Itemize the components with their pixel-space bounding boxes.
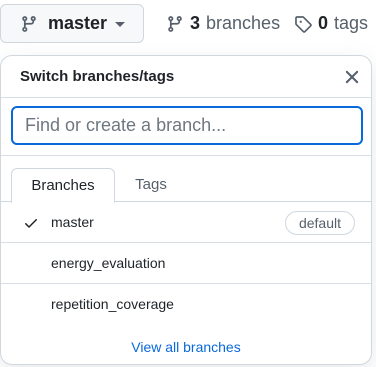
default-badge: default xyxy=(285,211,355,235)
git-branch-icon xyxy=(168,15,182,32)
current-branch-label: master xyxy=(48,13,108,33)
tab-tags[interactable]: Tags xyxy=(115,168,187,203)
git-branch-icon xyxy=(22,15,36,32)
tab-branches[interactable]: Branches xyxy=(11,168,115,203)
branch-name: repetition_coverage xyxy=(51,296,174,312)
branch-search-input[interactable] xyxy=(11,106,363,145)
chevron-down-icon xyxy=(115,22,125,27)
check-icon xyxy=(25,219,37,228)
close-icon[interactable] xyxy=(341,66,363,88)
branches-count: 3 xyxy=(190,13,201,33)
branch-name: master xyxy=(51,214,94,230)
branch-select-button[interactable]: master xyxy=(0,4,144,43)
tags-count-link[interactable]: 0 tags xyxy=(294,13,368,34)
branches-count-link[interactable]: 3 branches xyxy=(166,13,280,34)
branches-label: branches xyxy=(206,13,281,33)
branch-list: master default energy_evaluation repetit… xyxy=(1,202,371,325)
filter-section xyxy=(1,98,371,156)
branch-tag-tabs: Branches Tags xyxy=(1,156,371,203)
panel-header: Switch branches/tags xyxy=(1,56,371,98)
tags-count: 0 xyxy=(318,13,329,33)
branch-switcher-panel: Switch branches/tags Branches Tags maste… xyxy=(0,55,372,365)
tags-label: tags xyxy=(334,13,369,33)
branch-item-master[interactable]: master default xyxy=(1,202,371,243)
panel-title: Switch branches/tags xyxy=(20,68,175,85)
branch-item-energy-evaluation[interactable]: energy_evaluation xyxy=(1,243,371,284)
view-all-branches-link[interactable]: View all branches xyxy=(1,339,371,355)
repo-toolbar: master 3 branches 0 tags xyxy=(0,0,376,48)
tag-icon xyxy=(295,15,312,33)
branch-name: energy_evaluation xyxy=(51,255,166,271)
branch-item-repetition-coverage[interactable]: repetition_coverage xyxy=(1,284,371,325)
